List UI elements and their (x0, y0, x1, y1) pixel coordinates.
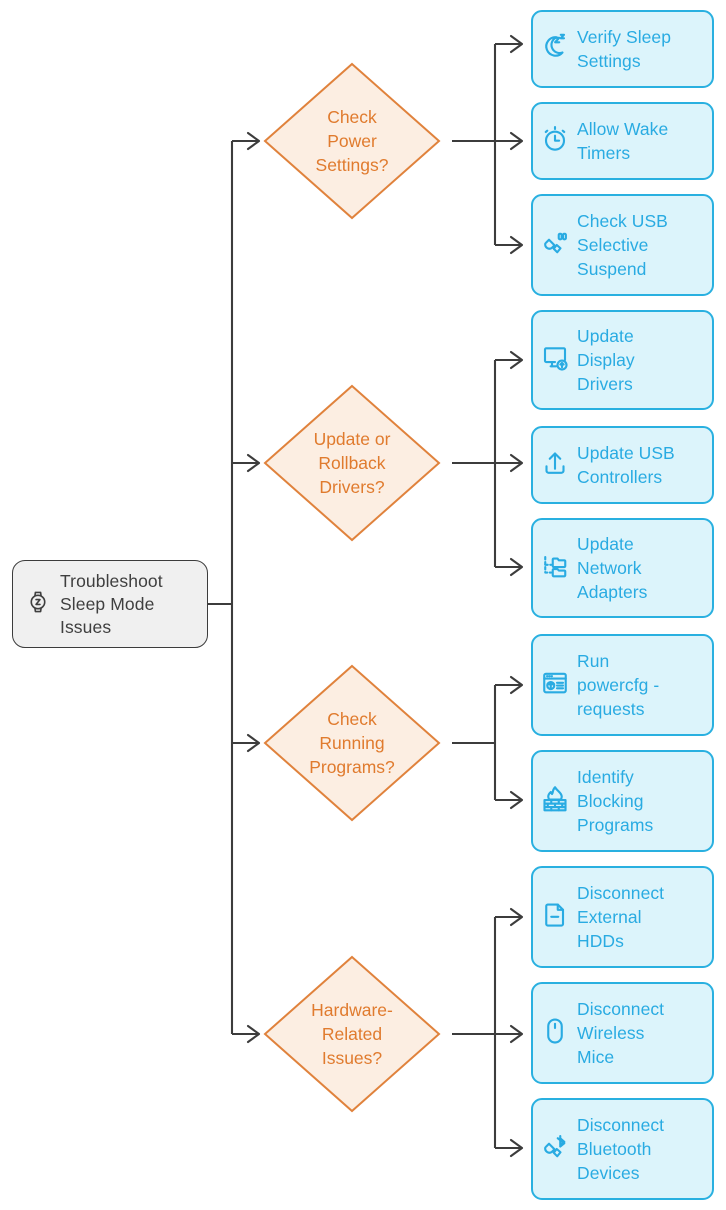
decision-update-rollback-drivers[interactable]: Update or Rollback Drivers? (263, 384, 441, 542)
leaf-allow-wake-timers[interactable]: Allow Wake Timers (531, 102, 714, 180)
decision-check-power-settings[interactable]: Check Power Settings? (263, 62, 441, 220)
leaf-check-usb-selective-suspend[interactable]: Check USB Selective Suspend (531, 194, 714, 296)
root-node-troubleshoot-sleep-mode-issues[interactable]: Troubleshoot Sleep Mode Issues (12, 560, 208, 648)
leaf-update-network-adapters[interactable]: Update Network Adapters (531, 518, 714, 618)
root-node-label: Troubleshoot Sleep Mode Issues (60, 570, 163, 637)
leaf-identify-blocking-programs[interactable]: Identify Blocking Programs (531, 750, 714, 852)
upload-arrow-icon (540, 448, 570, 483)
leaf-update-usb-controllers[interactable]: Update USB Controllers (531, 426, 714, 504)
decision-label: Hardware- Related Issues? (311, 1000, 393, 1068)
leaf-label: Update USB Controllers (577, 443, 675, 487)
leaf-label: Disconnect Bluetooth Devices (577, 1115, 665, 1183)
leaf-label: Disconnect External HDDs (577, 883, 665, 951)
decision-label: Check Running Programs? (309, 709, 395, 777)
network-tree-icon (540, 551, 570, 586)
leaf-label: Allow Wake Timers (577, 119, 669, 163)
leaf-disconnect-bluetooth-devices[interactable]: Disconnect Bluetooth Devices (531, 1098, 714, 1200)
decision-hardware-related-issues[interactable]: Hardware- Related Issues? (263, 955, 441, 1113)
mouse-icon (540, 1016, 570, 1051)
bluetooth-plug-icon (540, 1132, 570, 1167)
file-minus-icon (540, 900, 570, 935)
moon-zz-icon (540, 32, 570, 67)
flowchart-canvas: Troubleshoot Sleep Mode Issues Check Pow… (0, 0, 726, 1210)
decision-label: Update or Rollback Drivers? (313, 429, 391, 497)
leaf-label: Check USB Selective Suspend (577, 211, 668, 279)
leaf-label: Run powercfg - requests (577, 651, 660, 719)
smartwatch-sleep-icon (25, 589, 51, 620)
leaf-disconnect-external-hdds[interactable]: Disconnect External HDDs (531, 866, 714, 968)
leaf-verify-sleep-settings[interactable]: Verify Sleep Settings (531, 10, 714, 88)
firewall-icon (540, 784, 570, 819)
monitor-upload-icon (540, 343, 570, 378)
leaf-label: Verify Sleep Settings (577, 27, 671, 71)
leaf-label: Disconnect Wireless Mice (577, 999, 665, 1067)
leaf-label: Update Network Adapters (577, 534, 648, 602)
alarm-clock-icon (540, 124, 570, 159)
decision-check-running-programs[interactable]: Check Running Programs? (263, 664, 441, 822)
leaf-label: Identify Blocking Programs (577, 767, 654, 835)
decision-label: Check Power Settings? (315, 107, 389, 175)
leaf-disconnect-wireless-mice[interactable]: Disconnect Wireless Mice (531, 982, 714, 1084)
usb-plug-icon (540, 228, 570, 263)
leaf-update-display-drivers[interactable]: Update Display Drivers (531, 310, 714, 410)
console-window-icon (540, 668, 570, 703)
leaf-label: Update Display Drivers (577, 326, 635, 394)
leaf-run-powercfg-requests[interactable]: Run powercfg - requests (531, 634, 714, 736)
